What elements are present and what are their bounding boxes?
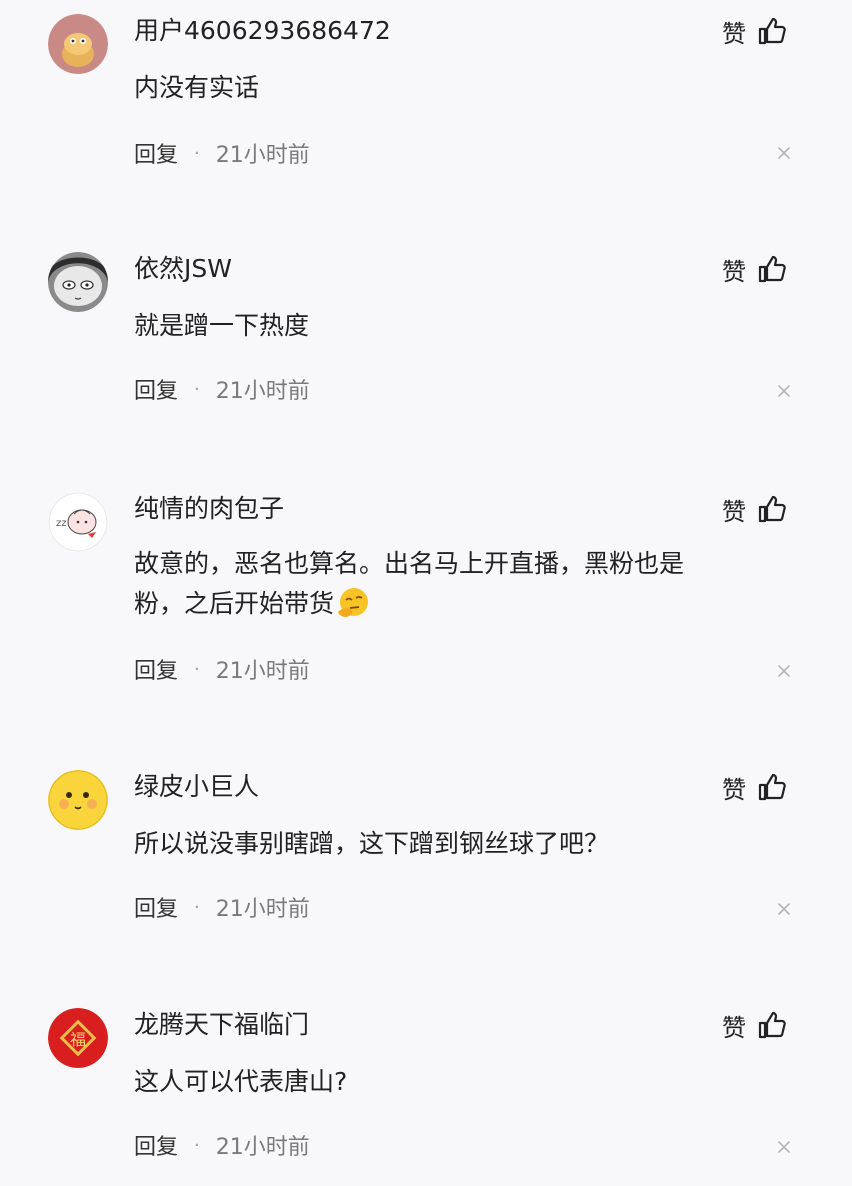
comment-text: 故意的，恶名也算名。出名马上开直播，黑粉也是 粉，之后开始带货 [134,544,774,624]
comment-text-line: 粉，之后开始带货 [134,584,774,624]
like-label: 赞 [722,497,746,526]
comment-text: 内没有实话 [134,73,260,102]
close-icon[interactable] [774,661,794,681]
separator-dot: · [194,658,200,680]
like-label: 赞 [722,19,746,48]
bun-character-avatar-icon: zz [48,492,108,552]
comment-item: 用户4606293686472 赞 内没有实话 回复 · 21小时前 [0,0,852,236]
comment-text-line: 故意的，恶名也算名。出名马上开直播，黑粉也是 [134,549,685,578]
comment-footer: 回复 · 21小时前 [134,653,310,685]
reply-button[interactable]: 回复 [134,891,178,923]
thumbs-up-icon [756,493,788,525]
timestamp: 21小时前 [215,1135,310,1160]
timestamp: 21小时前 [215,143,310,168]
separator-dot: · [194,378,200,400]
comment-footer: 回复 · 21小时前 [134,137,310,169]
yellow-smiley-avatar-icon [48,770,108,830]
username[interactable]: 依然JSW [134,252,232,286]
thumbs-up-icon [756,253,788,285]
thinking-face-emoji-icon [334,586,372,620]
reply-button[interactable]: 回复 [134,653,178,685]
comment-footer: 回复 · 21小时前 [134,373,310,405]
separator-dot: · [194,896,200,918]
comment-item: 绿皮小巨人 赞 所以说没事别瞎蹭，这下蹭到钢丝球了吧？ 回复 · 21小时前 [0,756,852,996]
timestamp: 21小时前 [215,379,310,404]
comment-footer: 回复 · 21小时前 [134,1129,310,1161]
comment-item: zz 纯情的肉包子 赞 故意的，恶名也算名。出名马上开直播，黑粉也是 粉，之后开… [0,476,852,756]
username[interactable]: 纯情的肉包子 [134,492,284,526]
thumbs-up-icon [756,771,788,803]
close-icon[interactable] [774,1137,794,1157]
separator-dot: · [194,1134,200,1156]
avatar[interactable]: 福 [48,1008,108,1068]
comment-text: 这人可以代表唐山? [134,1067,348,1096]
close-icon[interactable] [774,143,794,163]
like-label: 赞 [722,775,746,804]
thumbs-up-icon [756,15,788,47]
reply-button[interactable]: 回复 [134,137,178,169]
comment-text: 所以说没事别瞎蹭，这下蹭到钢丝球了吧？ [134,829,610,858]
avatar[interactable]: zz [48,492,108,552]
like-label: 赞 [722,257,746,286]
cartoon-bun-avatar-icon [48,14,108,74]
svg-text:福: 福 [70,1030,86,1049]
like-button[interactable]: 赞 [722,14,788,48]
timestamp: 21小时前 [215,659,310,684]
reply-button[interactable]: 回复 [134,373,178,405]
comment-list: 用户4606293686472 赞 内没有实话 回复 · 21小时前 依然JSW… [0,0,852,1186]
comment-item: 福 龙腾天下福临门 赞 这人可以代表唐山? 回复 · 21小时前 [0,996,852,1186]
comment-item: 依然JSW 赞 就是蹭一下热度 回复 · 21小时前 [0,236,852,476]
username[interactable]: 龙腾天下福临门 [134,1008,309,1042]
username[interactable]: 绿皮小巨人 [134,770,259,804]
like-button[interactable]: 赞 [722,492,788,526]
reply-button[interactable]: 回复 [134,1129,178,1161]
close-icon[interactable] [774,381,794,401]
grey-face-avatar-icon [48,252,108,312]
avatar[interactable] [48,770,108,830]
like-button[interactable]: 赞 [722,770,788,804]
svg-text:zz: zz [56,518,67,529]
comment-text-span: 粉，之后开始带货 [134,589,335,618]
username[interactable]: 用户4606293686472 [134,14,391,48]
avatar[interactable] [48,252,108,312]
comment-footer: 回复 · 21小时前 [134,891,310,923]
close-icon[interactable] [774,899,794,919]
comment-text: 就是蹭一下热度 [134,311,310,340]
timestamp: 21小时前 [215,897,310,922]
like-label: 赞 [722,1013,746,1042]
separator-dot: · [194,142,200,164]
avatar[interactable] [48,14,108,74]
thumbs-up-icon [756,1009,788,1041]
red-fu-avatar-icon: 福 [48,1008,108,1068]
like-button[interactable]: 赞 [722,252,788,286]
like-button[interactable]: 赞 [722,1008,788,1042]
